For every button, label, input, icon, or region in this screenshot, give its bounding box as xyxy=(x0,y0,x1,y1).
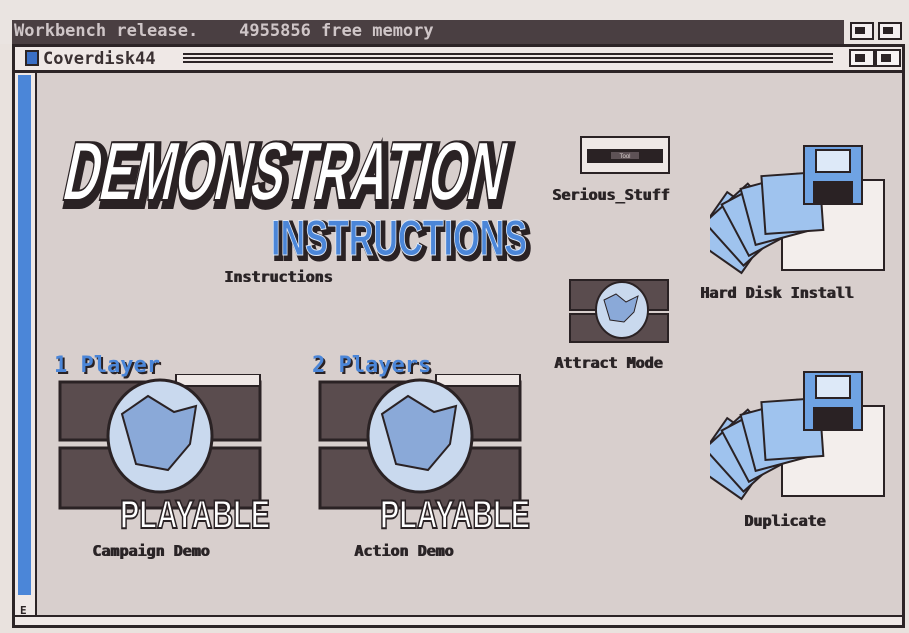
campaign-demo-game-icon[interactable]: PLAYABLE xyxy=(56,374,276,534)
screen-title-bar: Workbench release. 4955856 free memory xyxy=(0,0,909,44)
campaign-demo-badge: PLAYABLE xyxy=(120,493,270,534)
serious-stuff-label[interactable]: Serious_Stuff xyxy=(552,186,669,204)
logo-line1: DEMONSTRATION xyxy=(56,124,516,218)
duplicate-floppy-icon[interactable] xyxy=(710,366,890,504)
instructions-logo-icon[interactable]: DEMONSTRATION DEMONSTRATION INSTRUCTIONS… xyxy=(56,96,536,268)
action-demo-label[interactable]: Action Demo xyxy=(354,542,453,560)
screen-title-text: Workbench release. 4955856 free memory xyxy=(14,21,434,41)
window-close-gadget[interactable] xyxy=(25,50,39,66)
attract-mode-icon[interactable] xyxy=(568,276,672,346)
window-drag-bar[interactable] xyxy=(183,53,833,64)
serious-stuff-drawer-icon[interactable]: Tool xyxy=(580,136,670,176)
serious-stuff-plate-text: Tool xyxy=(619,154,630,160)
duplicate-label[interactable]: Duplicate xyxy=(744,512,825,530)
window-title: Coverdisk44 xyxy=(43,49,156,69)
logo-line2: INSTRUCTIONS xyxy=(271,210,527,266)
screen-depth-gadget[interactable] xyxy=(850,22,874,40)
action-demo-game-icon[interactable]: PLAYABLE xyxy=(316,374,536,534)
window-depth-gadget[interactable] xyxy=(875,49,901,67)
window-left-border: E xyxy=(15,73,37,623)
campaign-demo-label[interactable]: Campaign Demo xyxy=(92,542,209,560)
action-demo-badge: PLAYABLE xyxy=(380,493,530,534)
screen-front-gadget[interactable] xyxy=(878,22,902,40)
attract-mode-label[interactable]: Attract Mode xyxy=(554,354,662,372)
window-bottom-border xyxy=(15,615,902,625)
window-zoom-gadget[interactable] xyxy=(849,49,875,67)
window-vertical-scrollbar[interactable] xyxy=(18,75,31,595)
window-title-bar[interactable]: Coverdisk44 xyxy=(15,47,902,73)
hard-disk-install-floppy-icon[interactable] xyxy=(710,140,890,278)
hard-disk-install-label[interactable]: Hard Disk Install xyxy=(700,284,854,302)
instructions-label[interactable]: Instructions xyxy=(224,268,332,286)
